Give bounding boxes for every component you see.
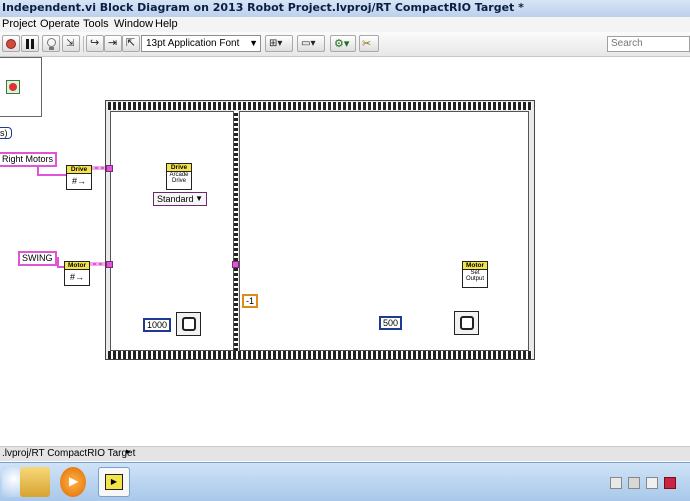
reference-icon: #→: [69, 272, 84, 282]
motor-set-output-line2: Output: [465, 276, 484, 282]
tunnel-motor-frame2[interactable]: [232, 261, 239, 268]
motor-set-output-title: Motor: [463, 262, 487, 270]
media-player-taskbar-icon[interactable]: ▶: [60, 467, 86, 497]
tray-alert-icon[interactable]: [664, 477, 676, 489]
play-icon: ▶: [69, 474, 79, 488]
neg-one-constant[interactable]: -1: [242, 294, 259, 308]
tray-network-icon[interactable]: [628, 477, 640, 489]
taskbar: ▶ ▶: [0, 462, 690, 501]
arcade-drive-line2: Drive: [171, 178, 186, 184]
drive-open-title: Drive: [67, 166, 91, 174]
motor-open-node[interactable]: Motor #→: [64, 261, 90, 286]
wait-ms-node-1[interactable]: [176, 312, 201, 336]
drive-open-node[interactable]: Drive #→: [66, 165, 92, 190]
wait-ms-node-2[interactable]: [454, 311, 479, 335]
timer-icon: [460, 316, 474, 330]
tray-flag-icon[interactable]: [610, 477, 622, 489]
scroll-arrow-icon[interactable]: ▸: [126, 447, 131, 457]
right-motors-constant[interactable]: Right Motors: [0, 152, 58, 167]
folder-taskbar-icon[interactable]: [20, 467, 50, 497]
chevron-down-icon: ▼: [195, 194, 203, 203]
wait-ms-constant-1000[interactable]: 1000: [143, 318, 172, 332]
standard-enum-constant[interactable]: Standard ▼: [153, 192, 207, 206]
motor-open-title: Motor: [65, 262, 89, 270]
film-strip-bottom: [108, 351, 532, 359]
sequence-frame-1[interactable]: [110, 111, 234, 351]
film-strip-top: [108, 102, 532, 110]
wait-ms-constant-500[interactable]: 500: [379, 316, 403, 330]
labview-taskbar-icon[interactable]: ▶: [98, 467, 130, 497]
labview-icon: ▶: [105, 474, 123, 490]
tray-volume-icon[interactable]: [646, 477, 658, 489]
arcade-drive-title: Drive: [167, 164, 191, 172]
arcade-drive-node[interactable]: Drive Arcade Drive: [166, 163, 192, 190]
status-target-path: .lvproj/RT CompactRIO Target: [2, 448, 136, 459]
tunnel-motor-in[interactable]: [106, 261, 113, 268]
status-bar: .lvproj/RT CompactRIO Target ▸: [0, 446, 690, 461]
timer-icon: [182, 317, 196, 331]
swing-constant[interactable]: SWING: [18, 251, 57, 266]
motor-set-output-node[interactable]: Motor Set Output: [462, 261, 488, 288]
sequence-frame-2[interactable]: [239, 111, 529, 351]
reference-icon: #→: [71, 176, 86, 186]
standard-enum-label: Standard: [157, 194, 194, 204]
film-strip-divider: [234, 111, 238, 351]
tunnel-drive[interactable]: [106, 165, 113, 172]
